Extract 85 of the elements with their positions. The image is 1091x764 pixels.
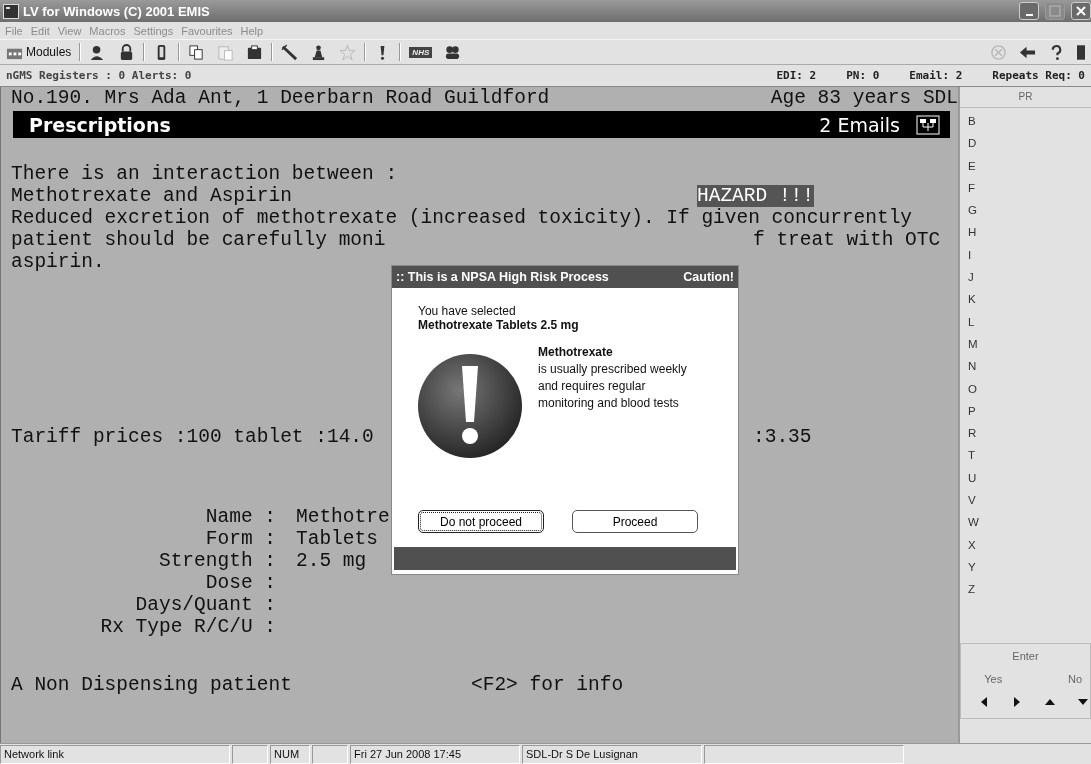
interaction-text: patient should be carefully moni: [11, 229, 386, 251]
index-letter[interactable]: X: [968, 534, 1091, 557]
right-arrow-icon[interactable]: [1012, 696, 1022, 707]
field-label: Rx Type R/C/U :: [100, 616, 276, 638]
field-value: Methotre: [296, 506, 390, 528]
index-letter[interactable]: F: [968, 177, 1091, 201]
hazard-label: HAZARD !!!: [697, 185, 815, 207]
modules-button[interactable]: Modules: [4, 43, 78, 61]
field-label: Days/Quant :: [135, 594, 276, 616]
counter: Repeats Req: 0: [992, 69, 1085, 82]
interaction-text: f treat with OTC: [753, 229, 941, 251]
index-letter[interactable]: K: [968, 289, 1091, 312]
index-letter[interactable]: T: [968, 445, 1091, 468]
index-letter[interactable]: U: [968, 467, 1091, 491]
copy-icon[interactable]: [188, 43, 206, 61]
status-cell: SDL-Dr S De Lusignan: [522, 745, 702, 764]
selected-drug: Methotrexate Tablets 2.5 mg: [418, 318, 580, 332]
warning-message: is usually prescribed weekly and requires regular monitoring and blood tests: [538, 361, 688, 412]
clipboard-icon[interactable]: [246, 43, 264, 61]
counter: Email: 2: [909, 69, 963, 82]
screen-icon[interactable]: [1077, 43, 1085, 61]
status-cell: Fri 27 Jun 2008 17:45: [350, 745, 520, 764]
index-letter[interactable]: L: [968, 311, 1091, 334]
index-letter[interactable]: N: [968, 356, 1091, 379]
close-icon: [1075, 5, 1087, 17]
index-letter[interactable]: B: [968, 111, 1091, 134]
index-letter[interactable]: R: [968, 423, 1091, 446]
field-label: Strength :: [158, 550, 276, 572]
index-letter[interactable]: V: [968, 490, 1091, 513]
warning-icon: [416, 352, 524, 460]
index-letter[interactable]: Y: [968, 556, 1091, 580]
down-arrow-icon[interactable]: [1078, 696, 1088, 707]
index-letter[interactable]: D: [968, 133, 1091, 156]
panel-header: PR: [960, 87, 1091, 108]
index-letter[interactable]: E: [968, 155, 1091, 178]
index-letter[interactable]: I: [968, 244, 1091, 268]
field-value: Tablets: [296, 528, 378, 550]
interaction-text: Reduced excretion of methotrexate (increased toxicity). If given concurrently: [11, 207, 913, 229]
interaction-text: aspirin.: [11, 251, 105, 273]
index-letter[interactable]: G: [968, 200, 1091, 223]
drug-name: Methotrexate: [538, 344, 614, 361]
patient-details: No.190. Mrs Ada Ant, 1 Deerbarn Road Guildford: [11, 87, 550, 109]
interaction-drugs: Methotrexate and Aspirin: [11, 185, 292, 207]
people-icon[interactable]: [444, 43, 462, 61]
field-label: Dose :: [205, 572, 276, 594]
dialog-title: :: This is a NPSA High Risk Process: [396, 270, 609, 284]
emails-count[interactable]: 2 Emails: [819, 113, 900, 136]
yes-label: Yes: [983, 673, 1004, 688]
caution-label: Caution!: [683, 270, 734, 284]
index-letter[interactable]: J: [968, 267, 1091, 290]
field-label: Name :: [205, 506, 276, 528]
field-label: Form :: [205, 528, 276, 550]
tariff-prices: Tariff prices :100 tablet :14.0: [11, 426, 374, 448]
dialog-button[interactable]: Proceed: [572, 510, 698, 533]
counter: PN: 0: [846, 69, 880, 82]
dialog-intro: You have selected: [418, 304, 517, 318]
window-title: LV for Windows (C) 2001 EMIS: [23, 3, 211, 19]
tariff-prices: :3.35: [753, 426, 812, 448]
minimize-button[interactable]: [1019, 2, 1039, 20]
minimize-icon: [1025, 14, 1033, 16]
network-icon[interactable]: [916, 114, 940, 135]
app-icon: [3, 3, 19, 19]
section-title: Prescriptions: [29, 113, 172, 136]
status-cell: NUM: [270, 745, 310, 764]
index-letter[interactable]: Z: [968, 579, 1091, 602]
index-letter[interactable]: O: [968, 378, 1091, 401]
index-letter[interactable]: M: [968, 333, 1091, 357]
patient-age: Age 83 years SDL: [770, 87, 958, 109]
left-arrow-icon[interactable]: [979, 696, 989, 707]
nhs-logo[interactable]: NHS: [409, 46, 433, 58]
no-label: No: [1066, 673, 1083, 688]
index-letter[interactable]: W: [968, 512, 1091, 535]
close-button[interactable]: [1071, 2, 1091, 20]
interaction-heading: There is an interaction between :: [11, 163, 398, 185]
status-cell: Network link: [0, 745, 230, 764]
info-hint: <F2> for info: [471, 674, 624, 696]
registers-summary: nGMS Registers : 0 Alerts: 0: [6, 69, 192, 82]
maximize-icon: [1049, 5, 1061, 17]
index-letter[interactable]: H: [968, 222, 1091, 245]
field-value: 2.5 mg: [296, 550, 367, 572]
dispensing-note: A Non Dispensing patient: [11, 674, 292, 696]
index-letter[interactable]: P: [968, 400, 1091, 424]
enter-label: Enter: [1011, 649, 1040, 664]
dialog-button[interactable]: Do not proceed: [418, 510, 544, 533]
counter: EDI: 2: [776, 69, 817, 82]
